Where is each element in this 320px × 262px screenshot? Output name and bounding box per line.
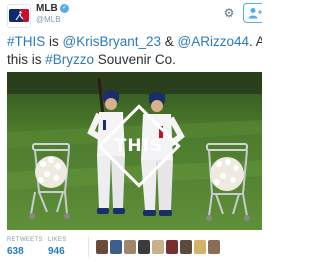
text-segment: & — [161, 34, 178, 49]
text-segment: this is — [7, 52, 46, 67]
text-segment: . A — [249, 34, 262, 49]
account-handle[interactable]: @MLB — [36, 15, 61, 24]
tweet-stats: RETWEETS 638 LIKES 946 — [0, 232, 262, 262]
text-segment: is — [45, 34, 63, 49]
liker-avatar[interactable] — [208, 240, 220, 254]
photo-overlay-text: THIS — [114, 136, 164, 156]
liker-avatar[interactable] — [96, 240, 108, 254]
hashtag-this-link[interactable]: #THIS — [7, 34, 45, 49]
liker-avatar[interactable] — [152, 240, 164, 254]
tweet-header: MLB ✓ @MLB ⚙ — [0, 0, 262, 30]
text-segment: Souvenir Co. — [94, 52, 176, 67]
liker-avatar[interactable] — [166, 240, 178, 254]
mention-krisbryant-link[interactable]: @KrisBryant_23 — [63, 34, 162, 49]
gear-icon[interactable]: ⚙ — [222, 6, 236, 20]
liker-avatar[interactable] — [124, 240, 136, 254]
liker-avatar[interactable] — [110, 240, 122, 254]
tweet-card: MLB ✓ @MLB ⚙ #THIS is @KrisBryant_23 & @… — [0, 0, 262, 262]
retweets-label: RETWEETS — [7, 237, 43, 243]
retweets-count[interactable]: 638 — [7, 246, 24, 257]
liker-avatar[interactable] — [138, 240, 150, 254]
account-name[interactable]: MLB — [36, 3, 58, 14]
tweet-text-line-2: this is #Bryzzo Souvenir Co. — [7, 51, 262, 69]
tweet-photo[interactable]: THIS — [7, 72, 262, 230]
stats-divider — [88, 237, 89, 257]
follow-person-icon — [248, 8, 262, 19]
verified-check-icon: ✓ — [60, 4, 69, 13]
likes-label: LIKES — [48, 237, 67, 243]
avatar[interactable] — [7, 4, 31, 28]
liker-avatar[interactable] — [180, 240, 192, 254]
mention-arizzo-link[interactable]: @ARizzo44 — [178, 34, 249, 49]
likes-count[interactable]: 946 — [48, 246, 65, 257]
tweet-text-line-1: #THIS is @KrisBryant_23 & @ARizzo44. A — [7, 33, 262, 51]
follow-button[interactable] — [243, 3, 262, 23]
hashtag-bryzzo-link[interactable]: #Bryzzo — [45, 52, 94, 67]
tweet-text: #THIS is @KrisBryant_23 & @ARizzo44. A t… — [7, 33, 262, 69]
liker-avatar[interactable] — [194, 240, 206, 254]
mlb-logo-icon — [9, 9, 29, 22]
